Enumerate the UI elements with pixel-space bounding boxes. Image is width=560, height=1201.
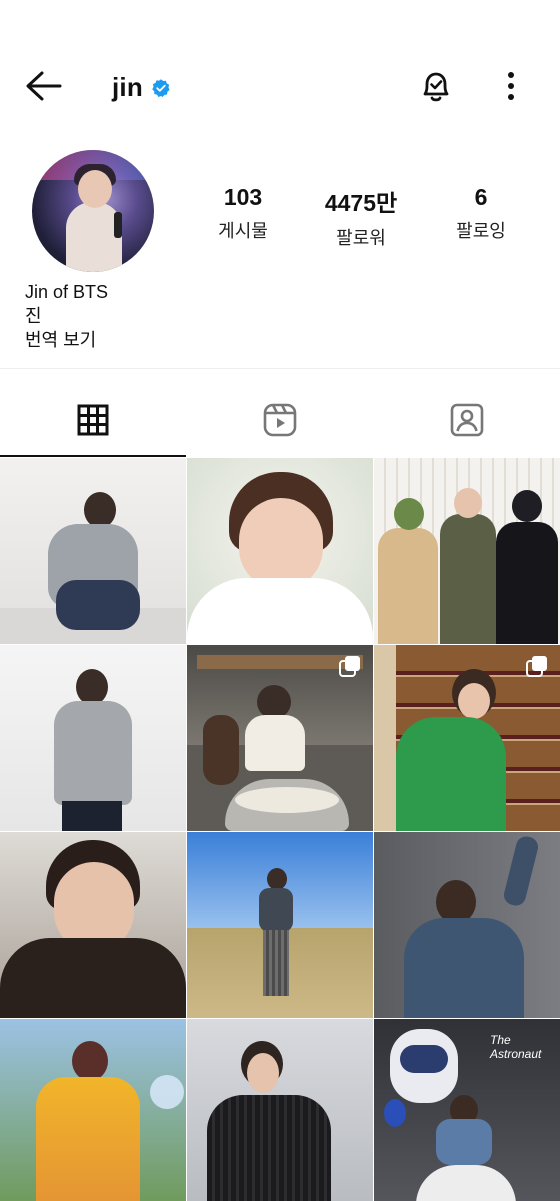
username-container: jin — [112, 72, 171, 103]
more-options-button[interactable] — [496, 66, 526, 106]
figure-left — [378, 528, 438, 644]
figure-sweater — [54, 701, 132, 805]
figure-jacket — [259, 888, 293, 932]
reels-icon — [263, 403, 297, 437]
figure-head — [267, 868, 287, 890]
top-bar: jin — [0, 52, 560, 122]
notifications-button[interactable] — [416, 66, 456, 106]
figure-body — [436, 1119, 492, 1165]
back-button[interactable] — [22, 66, 66, 106]
stat-followers[interactable]: 4475만 팔로워 — [306, 184, 416, 250]
stat-following-value: 6 — [474, 184, 488, 210]
poster-text: The Astronaut — [490, 1033, 542, 1061]
figure-head — [257, 685, 291, 719]
figure-green-sweater — [396, 717, 506, 831]
figure-leather-jacket — [0, 938, 186, 1018]
post-thumbnail[interactable] — [0, 645, 186, 831]
profile-avatar[interactable] — [32, 150, 154, 272]
figure-face — [239, 498, 323, 590]
post-thumbnail[interactable] — [0, 458, 186, 644]
photo-rice — [235, 787, 339, 813]
tab-reels[interactable] — [187, 384, 373, 456]
profile-username: jin — [112, 72, 143, 102]
post-thumbnail[interactable] — [374, 645, 560, 831]
post-thumbnail[interactable]: The Astronaut — [374, 1019, 560, 1201]
arrow-left-icon — [26, 71, 62, 101]
figure-center-head — [454, 488, 482, 518]
multiple-photos-icon — [339, 656, 360, 677]
active-tab-indicator — [0, 455, 186, 457]
stat-posts[interactable]: 103 게시물 — [188, 184, 298, 243]
stat-followers-value: 4475만 — [324, 190, 398, 216]
figure-head — [84, 492, 116, 528]
bio-name: Jin of BTS — [25, 282, 109, 302]
photo-sign — [374, 645, 396, 831]
stat-posts-label: 게시물 — [218, 221, 268, 241]
post-thumbnail[interactable] — [0, 1019, 186, 1201]
astronaut-visor — [400, 1045, 448, 1073]
avatar-figure-head — [78, 170, 112, 208]
stat-followers-label: 팔로워 — [336, 228, 386, 248]
figure-shirt — [245, 715, 305, 771]
figure-pants — [62, 801, 122, 831]
bell-check-icon — [423, 72, 449, 102]
post-thumbnail[interactable] — [0, 832, 186, 1018]
post-thumbnail[interactable] — [187, 458, 373, 644]
figure-head — [76, 669, 108, 705]
photo-jar — [203, 715, 239, 785]
figure-face — [247, 1053, 279, 1093]
microphone — [114, 212, 122, 238]
stat-following[interactable]: 6 팔로잉 — [426, 184, 536, 243]
section-divider — [0, 368, 560, 369]
tagged-icon — [450, 403, 484, 437]
figure-pants — [263, 930, 289, 996]
translate-link[interactable]: 번역 보기 — [25, 328, 108, 352]
more-vertical-icon — [508, 72, 514, 100]
stat-posts-value: 103 — [223, 184, 263, 210]
tab-posts-grid[interactable] — [0, 384, 186, 456]
posts-grid: The Astronaut — [0, 458, 560, 1201]
figure-yellow-sweater — [36, 1077, 140, 1201]
photo-balloon — [150, 1075, 184, 1109]
grid-icon — [77, 404, 109, 436]
figure-denim-jacket — [404, 918, 524, 1018]
figure-right-beanie — [512, 490, 542, 522]
post-thumbnail[interactable] — [374, 458, 560, 644]
figure-jeans — [56, 580, 140, 630]
post-thumbnail[interactable] — [187, 1019, 373, 1201]
figure-black-jacket — [207, 1095, 331, 1201]
figure-right — [496, 522, 558, 644]
figure-face — [458, 683, 490, 719]
figure-center-uniform — [440, 514, 496, 644]
post-thumbnail[interactable] — [187, 645, 373, 831]
verified-badge-icon — [152, 78, 170, 97]
bio-text: 진 — [25, 306, 42, 326]
figure-shirt — [187, 578, 373, 644]
figure-left-hat — [394, 498, 424, 530]
stat-following-label: 팔로잉 — [456, 221, 506, 241]
post-thumbnail[interactable] — [374, 832, 560, 1018]
profile-tabs — [0, 384, 560, 456]
figure-hair — [72, 1041, 108, 1081]
post-thumbnail[interactable] — [187, 832, 373, 1018]
tab-tagged[interactable] — [374, 384, 560, 456]
profile-bio: Jin of BTS 진 번역 보기 — [25, 280, 108, 352]
balloon-blue — [384, 1099, 406, 1127]
multiple-photos-icon — [526, 656, 547, 677]
